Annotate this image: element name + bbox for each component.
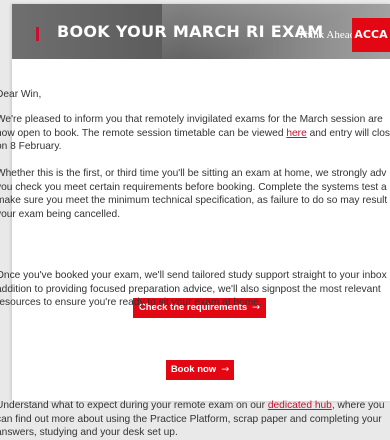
text-line: on 8 February.: [0, 141, 62, 153]
text-line: your exam being cancelled.: [0, 208, 121, 220]
text-line: now open to book. The remote session tim…: [0, 127, 390, 141]
book-now-button[interactable]: Book now →: [166, 360, 234, 380]
text-line: can find out more about using the Practi…: [0, 413, 382, 425]
text-line: addition to providing focused preparatio…: [0, 283, 381, 295]
paragraph-dedicated-hub: Understand what to expect during your re…: [0, 399, 385, 440]
banner-accent-bar: [36, 27, 39, 41]
text-line: We're pleased to inform you that remotel…: [0, 114, 383, 125]
text-span: Understand what to expect during your re…: [0, 400, 268, 411]
text-span: and entry will clos: [306, 127, 390, 139]
text-line: answers, studying and your desk set up.: [0, 427, 178, 439]
text-line: Whether this is the first, or third time…: [0, 168, 387, 179]
text-line: you check you meet certain requirements …: [0, 181, 387, 193]
text-line: Once you've booked your exam, we'll send…: [0, 270, 387, 281]
text-line: make sure you meet the minimum technical…: [0, 195, 388, 207]
dedicated-hub-link[interactable]: dedicated hub: [268, 400, 332, 411]
arrow-right-icon: →: [221, 364, 230, 375]
text-line: resources to ensure you're ready to sit …: [0, 297, 262, 309]
timetable-link[interactable]: here: [286, 128, 306, 139]
paragraph-requirements: Whether this is the first, or third time…: [0, 167, 387, 221]
text-line: Understand what to expect during your re…: [0, 399, 385, 413]
paragraph-study-support: Once you've booked your exam, we'll send…: [0, 269, 387, 310]
text-span: , where you: [331, 400, 385, 411]
banner-tagline: Think Ahead: [298, 29, 356, 41]
banner-title: BOOK YOUR MARCH RI EXAM: [57, 22, 324, 41]
header-banner: BOOK YOUR MARCH RI EXAM Think Ahead ACCA: [12, 4, 390, 59]
paragraph-booking-open: We're pleased to inform you that remotel…: [0, 113, 390, 154]
text-span: now open to book. The remote session tim…: [0, 127, 287, 139]
greeting: Dear Win,: [0, 89, 42, 100]
button-label: Book now: [170, 364, 217, 375]
acca-logo: ACCA: [352, 18, 390, 52]
